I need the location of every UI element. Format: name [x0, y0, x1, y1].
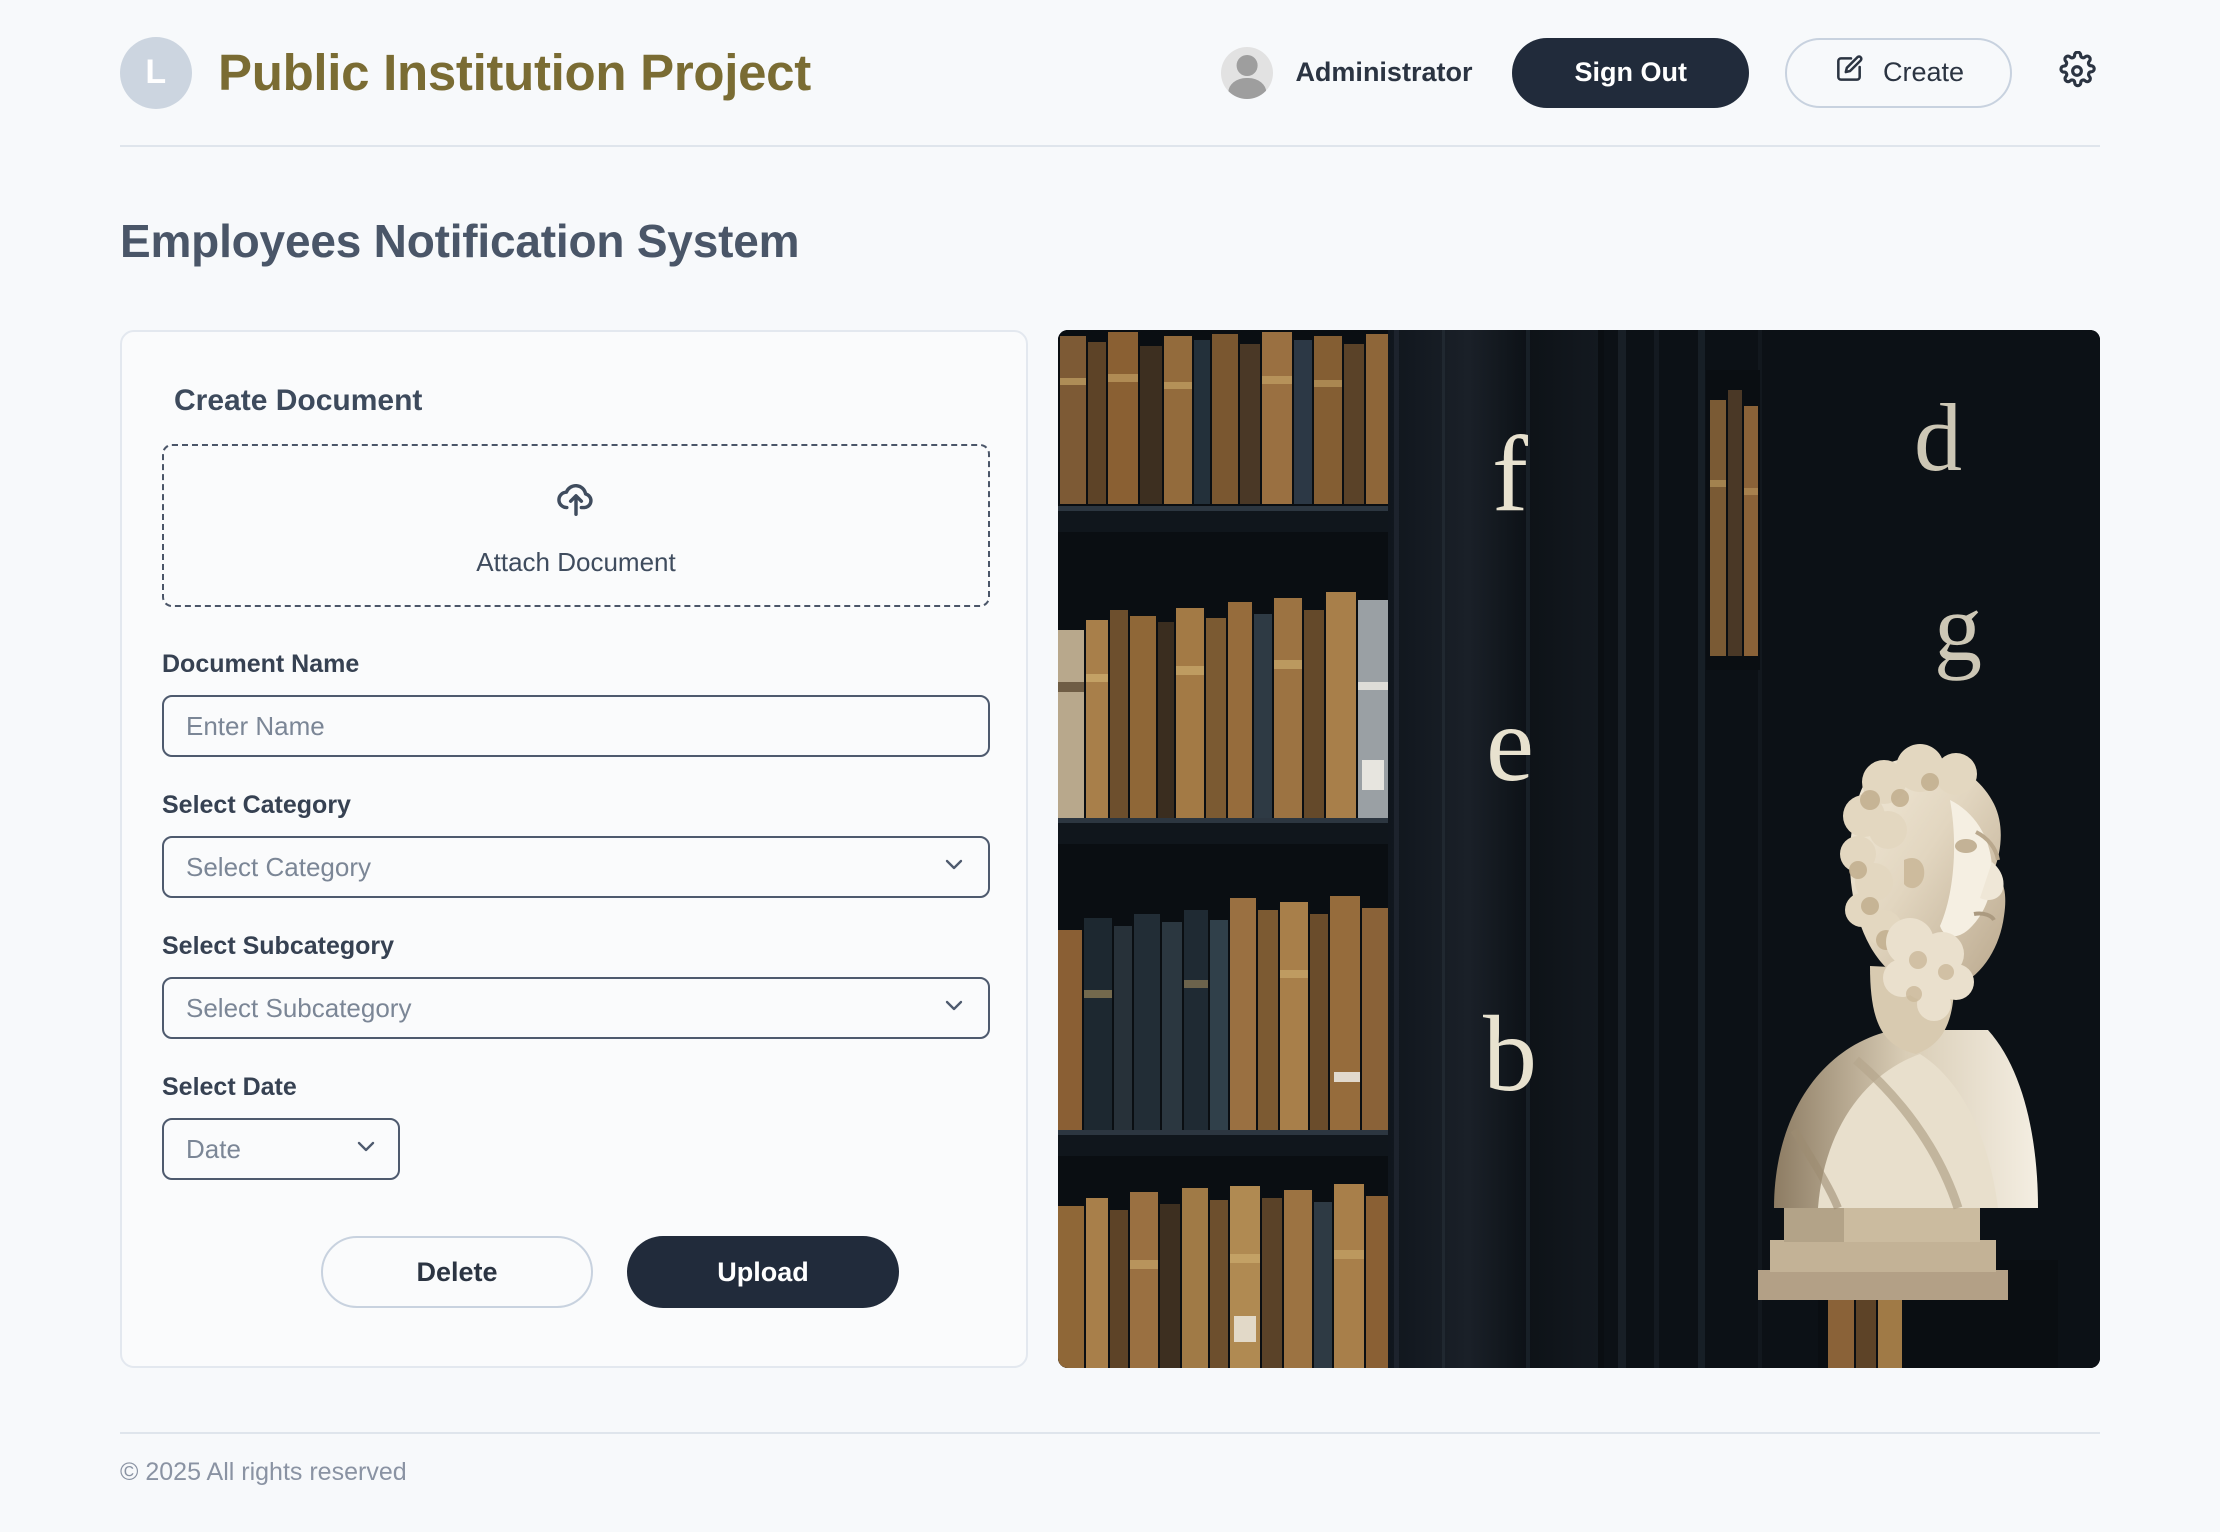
delete-button[interactable]: Delete: [321, 1236, 593, 1308]
header-actions: Administrator Sign Out Create: [1221, 37, 2100, 108]
bookshelf-group: [1058, 330, 1388, 1368]
upload-button[interactable]: Upload: [627, 1236, 899, 1308]
field-label-select-category: Select Category: [162, 791, 351, 819]
dropzone-label: Attach Document: [476, 546, 676, 577]
user-name: Administrator: [1295, 57, 1473, 87]
user-chip[interactable]: Administrator: [1221, 46, 1473, 99]
logo-avatar: L: [120, 36, 192, 109]
logo-letter: L: [145, 53, 167, 91]
form-fields: Document Name Select Category Select Cat…: [162, 650, 990, 1180]
cloud-upload-icon: [553, 474, 599, 525]
gilt-letter-e: e: [1486, 685, 1534, 804]
field-document-name: Document Name: [162, 650, 990, 757]
library-photo-illustration: f e b d g: [1058, 330, 2100, 1368]
settings-button[interactable]: [2054, 50, 2100, 96]
create-button-label: Create: [1882, 57, 1964, 87]
main-content: Create Document Attach Document Document…: [120, 330, 2100, 1370]
card-heading: Create Document: [174, 384, 423, 417]
footer-divider: [120, 1432, 2100, 1434]
subcategory-select[interactable]: Select Subcategory: [162, 977, 990, 1039]
gilt-letter-d: d: [1914, 384, 1962, 491]
attach-document-dropzone[interactable]: Attach Document: [162, 444, 990, 607]
field-label-select-date: Select Date: [162, 1073, 297, 1101]
create-document-card: Create Document Attach Document Document…: [120, 330, 1028, 1368]
app-header: L Public Institution Project Administrat…: [120, 0, 2100, 147]
field-label-document-name: Document Name: [162, 650, 360, 678]
category-select[interactable]: Select Category: [162, 836, 990, 898]
footer-copyright: © 2025 All rights reserved: [120, 1458, 407, 1486]
edit-square-icon: [1833, 53, 1865, 92]
date-select-wrap: Date: [162, 1118, 400, 1180]
library-photo: f e b d g: [1058, 330, 2100, 1368]
date-select[interactable]: Date: [162, 1118, 400, 1180]
field-select-subcategory: Select Subcategory Select Subcategory: [162, 932, 990, 1039]
field-select-category: Select Category Select Category: [162, 791, 990, 898]
gear-icon: [2057, 50, 2097, 94]
subcategory-select-wrap: Select Subcategory: [162, 977, 990, 1039]
form-actions: Delete Upload: [122, 1236, 1026, 1308]
gilt-letter-f: f: [1492, 415, 1528, 534]
create-button[interactable]: Create: [1784, 37, 2012, 108]
avatar-icon: [1221, 46, 1274, 99]
wood-divider: f e b: [1388, 330, 1618, 1368]
brand: L Public Institution Project: [120, 36, 811, 109]
page-title: Employees Notification System: [120, 215, 800, 267]
sign-out-button[interactable]: Sign Out: [1512, 37, 1749, 108]
field-select-date: Select Date Date: [162, 1073, 990, 1180]
document-name-input[interactable]: [162, 695, 990, 757]
gilt-letter-b: b: [1483, 995, 1537, 1114]
gilt-letter-g: g: [1934, 574, 1982, 681]
brand-title: Public Institution Project: [218, 44, 811, 101]
category-select-wrap: Select Category: [162, 836, 990, 898]
app-root: L Public Institution Project Administrat…: [0, 0, 2220, 1532]
field-label-select-subcategory: Select Subcategory: [162, 932, 395, 960]
